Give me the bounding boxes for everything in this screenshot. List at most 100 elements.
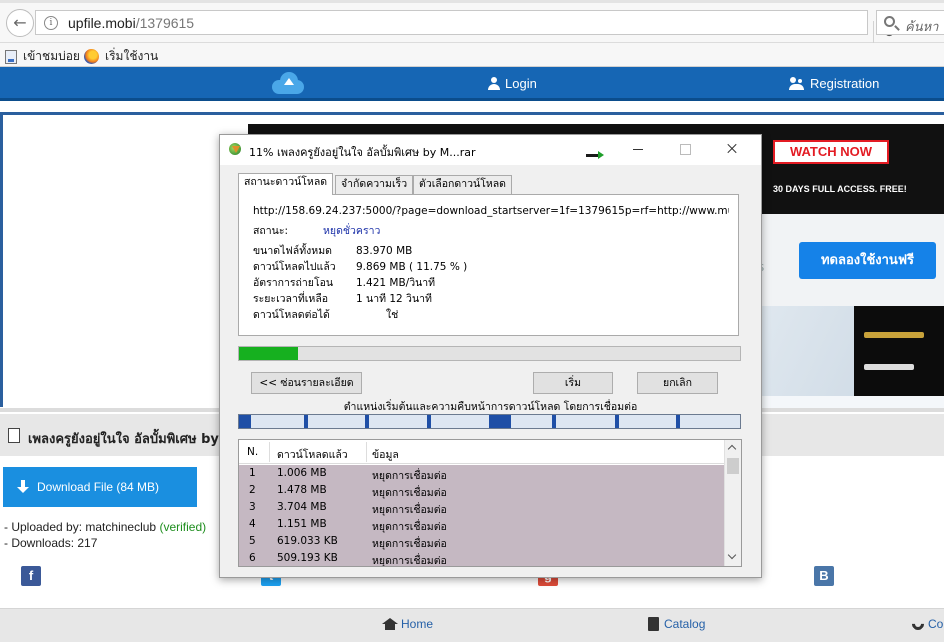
search-input[interactable]: ค้นหา (876, 10, 944, 35)
tab-speed-limit[interactable]: จำกัดความเร็ว (335, 175, 414, 194)
info-label: ดาวน์โหลดต่อได้ (253, 309, 330, 321)
maximize-button[interactable] (675, 141, 695, 157)
row-number: 3 (249, 501, 256, 513)
row-info: หยุดการเชื่อมต่อ (372, 555, 447, 567)
info-label: อัตราการถ่ายโอน (253, 277, 334, 289)
table-scrollbar[interactable] (724, 440, 741, 566)
download-count: - Downloads: 217 (4, 536, 98, 550)
status-panel: http://158.69.24.237:5000/?page=download… (238, 194, 739, 336)
info-row: อัตราการถ่ายโอน 1.421 MB/วินาที (253, 274, 435, 291)
row-downloaded: 1.006 MB (277, 467, 327, 479)
download-button-label: Download File (84 MB) (37, 480, 160, 494)
scroll-up-icon[interactable] (725, 441, 741, 457)
scroll-thumb[interactable] (727, 458, 739, 474)
table-body: 1 1.006 MB หยุดการเชื่อมต่อ 2 1.478 MB หยุดก… (239, 465, 724, 567)
table-header: N. ดาวน์โหลดแล้ว ข้อมูล (239, 440, 724, 464)
info-row: ระยะเวลาที่เหลือ 1 นาที 12 วินาที (253, 290, 432, 307)
ad-watch-now-button[interactable]: WATCH NOW (773, 140, 889, 164)
uploaded-prefix: - Uploaded by: (4, 520, 86, 534)
facebook-share-icon[interactable]: f (21, 566, 41, 586)
tab-strip (0, 0, 944, 3)
column-header[interactable]: ดาวน์โหลดแล้ว (277, 446, 348, 463)
column-header[interactable]: ข้อมูล (372, 446, 399, 463)
url-path: /1379615 (135, 15, 195, 31)
start-button[interactable]: เริ่ม (533, 372, 613, 394)
dialog-titlebar[interactable]: 11% เพลงครูยังอยู่ในใจ อัลบั้มพิเศษ by M… (220, 135, 761, 165)
info-row: ขนาดไฟล์ทั้งหมด 83.970 MB (253, 242, 412, 259)
table-row[interactable]: 2 1.478 MB หยุดการเชื่อมต่อ (239, 482, 724, 499)
info-value: 9.869 MB ( 11.75 % ) (356, 261, 468, 273)
home-label: Home (401, 617, 434, 631)
info-value: ใช่ (386, 309, 399, 321)
registration-label: Registration (810, 76, 880, 91)
info-value: 1 นาที 12 วินาที (356, 293, 432, 305)
registration-link[interactable]: Registration (789, 76, 879, 91)
table-row[interactable]: 5 619.033 KB หยุดการเชื่อมต่อ (239, 533, 724, 550)
download-progress-bar (238, 346, 741, 361)
catalog-label: Catalog (664, 617, 706, 631)
segment (615, 415, 619, 428)
row-number: 1 (249, 467, 256, 479)
row-downloaded: 1.151 MB (277, 518, 327, 530)
segment (239, 415, 251, 428)
idm-app-icon (227, 143, 243, 157)
row-number: 2 (249, 484, 256, 496)
row-number: 5 (249, 535, 256, 547)
tab-download-options[interactable]: ตัวเลือกดาวน์โหลด (413, 175, 513, 194)
ad-trial-button[interactable]: ทดลองใช้งานฟรี (799, 242, 936, 279)
info-label: ระยะเวลาที่เหลือ (253, 293, 329, 305)
column-header[interactable]: N. (247, 446, 258, 458)
info-label: ขนาดไฟล์ทั้งหมด (253, 245, 332, 257)
segment (489, 415, 511, 428)
close-button[interactable] (722, 141, 742, 157)
bookmark-most-visited[interactable]: เข้าชมบ่อย (5, 47, 80, 66)
home-icon (382, 618, 398, 630)
catalog-icon (648, 617, 659, 631)
bookmarks-bar: เข้าชมบ่อย เริ่มใช้งาน (0, 43, 944, 67)
users-icon (789, 77, 805, 90)
upload-cloud-icon[interactable] (272, 72, 304, 94)
info-value: 83.970 MB (356, 245, 413, 257)
footer-contact-link[interactable]: Co (909, 615, 943, 633)
table-row[interactable]: 3 3.704 MB หยุดการเชื่อมต่อ (239, 499, 724, 516)
table-row[interactable]: 6 509.193 KB หยุดการเชื่อมต่อ (239, 550, 724, 567)
back-button[interactable]: ← (6, 9, 34, 37)
vk-share-icon[interactable]: B (814, 566, 834, 586)
footer-catalog-link[interactable]: Catalog (648, 617, 705, 631)
verified-badge: (verified) (159, 520, 207, 534)
scroll-down-icon[interactable] (725, 549, 741, 565)
browser-toolbar: ← i upfile.mobi/1379615 ↻ ค้นหา (0, 0, 944, 46)
connections-table[interactable]: N. ดาวน์โหลดแล้ว ข้อมูล 1 1.006 MB หยุดการ… (238, 439, 742, 567)
site-footer: Home Catalog Co (0, 608, 944, 642)
table-row[interactable]: 1 1.006 MB หยุดการเชื่อมต่อ (239, 465, 724, 482)
download-file-button[interactable]: Download File (84 MB) (3, 467, 197, 507)
url-text[interactable]: upfile.mobi/1379615 (68, 15, 194, 31)
footer-home-link[interactable]: Home (382, 617, 433, 631)
address-bar[interactable]: i upfile.mobi/1379615 ↻ (35, 10, 895, 46)
row-number: 4 (249, 518, 256, 530)
info-icon[interactable]: i (44, 16, 58, 30)
row-downloaded: 509.193 KB (277, 552, 338, 564)
status-value: หยุดชั่วคราว (323, 225, 381, 237)
table-row[interactable]: 4 1.151 MB หยุดการเชื่อมต่อ (239, 516, 724, 533)
minimize-button[interactable] (628, 141, 648, 157)
segment (365, 415, 369, 428)
download-progress-dialog[interactable]: 11% เพลงครูยังอยู่ในใจ อัลบั้มพิเศษ by M… (219, 134, 762, 578)
download-url: http://158.69.24.237:5000/?page=download… (253, 205, 729, 217)
bookmark-getting-started[interactable]: เริ่มใช้งาน (84, 47, 158, 66)
hide-details-button[interactable]: << ซ่อนรายละเอียด (251, 372, 362, 394)
bookmark-label: เข้าชมบ่อย (23, 49, 80, 63)
uploader-name[interactable]: matchineclub (85, 520, 156, 534)
bookmark-label: เริ่มใช้งาน (105, 49, 159, 63)
download-icon (17, 480, 29, 494)
info-row: ดาวน์โหลดไปแล้ว 9.869 MB ( 11.75 % ) (253, 258, 467, 275)
login-link[interactable]: Login (488, 76, 537, 91)
page-icon (5, 49, 17, 64)
firefox-icon (84, 49, 99, 64)
site-navbar: Login Registration (0, 67, 944, 101)
tab-download-status[interactable]: สถานะดาวน์โหลด (238, 173, 334, 195)
segment (304, 415, 308, 428)
phone-icon (909, 615, 927, 633)
cancel-button[interactable]: ยกเลิก (637, 372, 718, 394)
info-label: ดาวน์โหลดไปแล้ว (253, 261, 336, 273)
